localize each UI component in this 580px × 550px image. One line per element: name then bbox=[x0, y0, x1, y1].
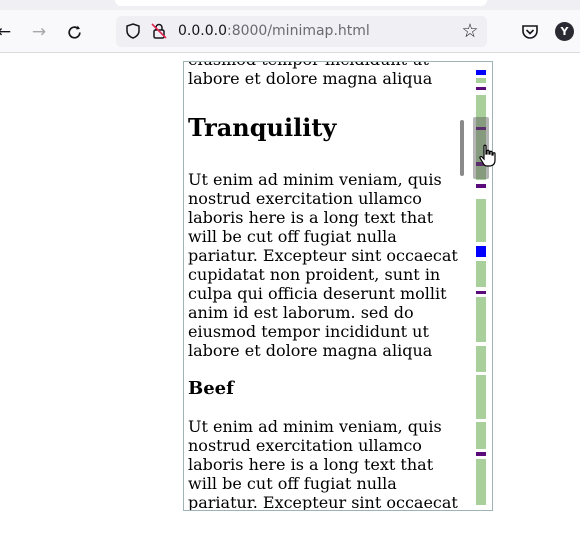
paragraph-line: eiusmod tempor incididunt ut bbox=[188, 62, 464, 69]
minimap-subheading-marker bbox=[476, 291, 486, 294]
subsection-heading: Beef bbox=[188, 378, 234, 399]
bookmark-star-icon[interactable]: ☆ bbox=[459, 20, 481, 42]
scrollbar-thumb[interactable] bbox=[460, 120, 464, 176]
active-tab[interactable] bbox=[115, 0, 487, 6]
minimap-subheading-marker bbox=[476, 184, 486, 188]
minimap-text-block bbox=[476, 199, 486, 242]
minimap-text-block bbox=[476, 78, 486, 83]
hand-cursor-icon bbox=[479, 144, 496, 167]
minimap-text-block bbox=[476, 261, 486, 287]
scroll-container[interactable]: eiusmod tempor incididunt ut labore et d… bbox=[183, 61, 493, 511]
account-avatar[interactable]: Y bbox=[555, 22, 574, 41]
reload-icon[interactable] bbox=[64, 22, 84, 42]
paragraph: Ut enim ad minim veniam, quis nostrud ex… bbox=[188, 170, 458, 360]
paragraph: Ut enim ad minim veniam, quis nostrud ex… bbox=[188, 417, 458, 511]
paragraph-line: labore et dolore magna aliqua bbox=[188, 69, 433, 88]
minimap-text-block bbox=[476, 346, 486, 372]
section-heading: Tranquility bbox=[188, 113, 337, 142]
url-bar[interactable]: 0.0.0.0:8000/minimap.html ☆ bbox=[116, 16, 487, 47]
url-path: :8000/minimap.html bbox=[226, 23, 370, 39]
reload-icon-svg bbox=[67, 25, 81, 39]
tab-strip bbox=[0, 0, 580, 10]
forward-arrow-icon[interactable]: → bbox=[29, 22, 49, 42]
browser-toolbar: ← → 0.0.0.0:8000/minimap.html ☆ Y bbox=[0, 10, 580, 53]
pocket-icon[interactable] bbox=[519, 21, 541, 43]
article-content: eiusmod tempor incididunt ut labore et d… bbox=[188, 62, 464, 511]
back-arrow-icon[interactable]: ← bbox=[0, 22, 14, 42]
insecure-lock-icon[interactable] bbox=[150, 22, 168, 40]
url-host: 0.0.0.0 bbox=[178, 23, 227, 39]
url-text[interactable]: 0.0.0.0:8000/minimap.html bbox=[178, 23, 370, 39]
minimap-subheading-marker bbox=[476, 452, 486, 456]
minimap-heading-marker bbox=[476, 246, 486, 257]
minimap-text-block bbox=[476, 459, 486, 505]
minimap-text-block bbox=[476, 297, 486, 342]
minimap-heading-marker bbox=[476, 70, 486, 75]
tracking-shield-icon[interactable] bbox=[124, 22, 142, 40]
minimap-subheading-marker bbox=[476, 87, 486, 90]
minimap-text-block bbox=[476, 422, 486, 449]
minimap-text-block bbox=[476, 375, 486, 419]
